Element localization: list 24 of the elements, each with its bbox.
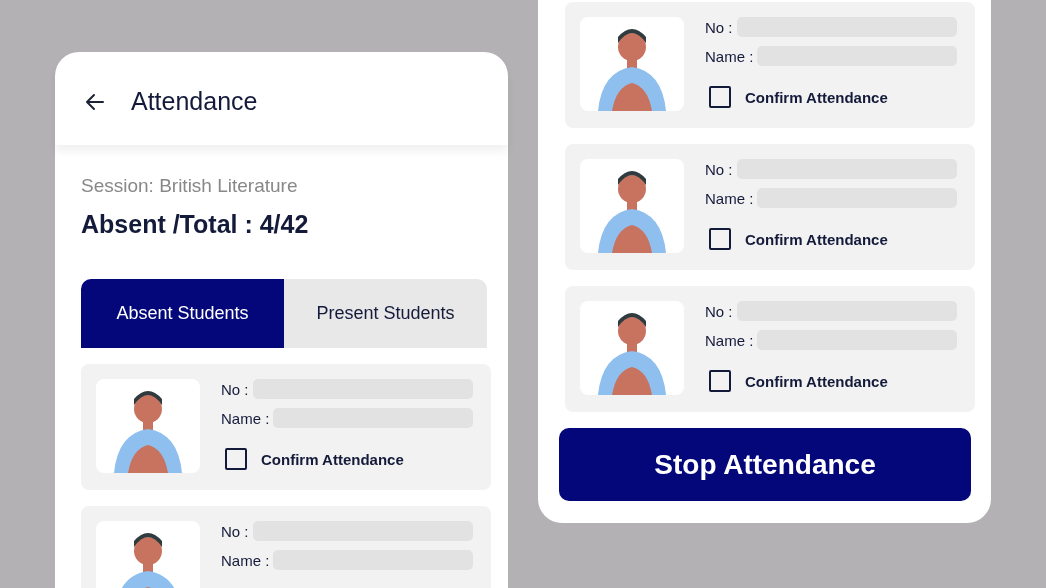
student-tab[interactable]: Absent Students	[81, 279, 284, 348]
session-text: Session: British Literature	[81, 175, 299, 197]
confirm-checkbox[interactable]	[709, 370, 731, 392]
name-label: Name :	[705, 47, 754, 65]
number-label: No :	[705, 302, 733, 320]
name-label: Name :	[705, 331, 754, 349]
name-label: Name :	[221, 409, 270, 427]
name-label: Name :	[221, 551, 270, 569]
number-label: No :	[221, 522, 249, 540]
name-label: Name :	[705, 189, 754, 207]
confirm-checkbox[interactable]	[709, 228, 731, 250]
absent-total-summary: Absent /Total : 4/42	[81, 210, 310, 239]
student-tab[interactable]: Present Students	[284, 279, 487, 348]
confirm-checkbox[interactable]	[709, 86, 731, 108]
confirm-attendance-label[interactable]: Confirm Attendance	[261, 450, 404, 468]
number-label: No :	[705, 160, 733, 178]
number-label: No :	[705, 18, 733, 36]
confirm-checkbox[interactable]	[225, 448, 247, 470]
confirm-attendance-label[interactable]: Confirm Attendance	[745, 372, 888, 390]
confirm-attendance-label[interactable]: Confirm Attendance	[745, 88, 888, 106]
confirm-attendance-label[interactable]: Confirm Attendance	[745, 230, 888, 248]
number-label: No :	[221, 380, 249, 398]
page-title: Attendance	[131, 87, 258, 116]
stop-attendance-button[interactable]: Stop Attendance	[559, 428, 971, 501]
